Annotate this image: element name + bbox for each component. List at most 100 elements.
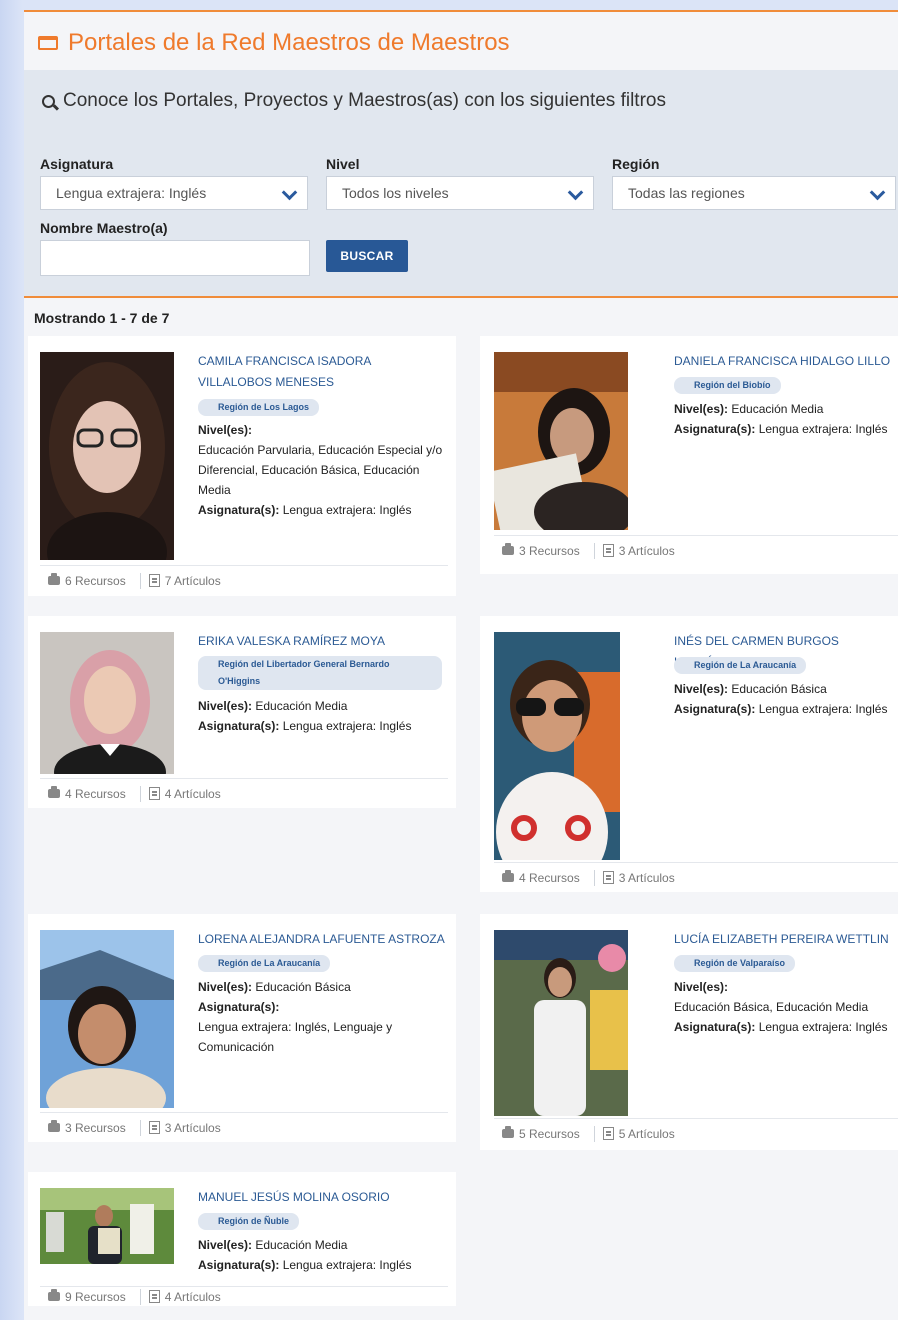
teacher-card: CAMILA FRANCISCA ISADORA VILLALOBOS MENE…	[28, 336, 456, 596]
articulos-count: 4 Artículos	[164, 786, 221, 801]
card-footer: 4 Recursos 4 Artículos	[40, 778, 448, 808]
search-icon	[42, 94, 55, 108]
document-icon	[602, 544, 614, 557]
asignaturas-value: Lengua extrajera: Inglés	[758, 702, 888, 716]
document-icon	[602, 1127, 614, 1140]
recursos-count: 9 Recursos	[65, 1289, 126, 1304]
niveles-value: Educación Parvularia, Educación Especial…	[198, 443, 443, 497]
niveles-label: Nivel(es):	[198, 423, 253, 437]
document-icon	[148, 1290, 160, 1303]
asignatura-select-value: Lengua extrajera: Inglés	[56, 185, 207, 201]
teacher-photo[interactable]	[494, 930, 628, 1116]
articulos-link[interactable]: 3 Artículos	[595, 871, 689, 885]
asignaturas-label: Asignatura(s):	[198, 1258, 280, 1272]
buscar-button[interactable]: BUSCAR	[326, 240, 408, 272]
card-footer: 6 Recursos 7 Artículos	[40, 565, 448, 595]
articulos-count: 4 Artículos	[164, 1289, 221, 1304]
articulos-count: 3 Artículos	[618, 543, 675, 558]
window-icon	[38, 36, 58, 50]
nivel-label: Nivel	[326, 156, 360, 172]
recursos-link[interactable]: 3 Recursos	[494, 543, 594, 558]
page-title: Portales de la Red Maestros de Maestros	[38, 26, 510, 60]
articulos-link[interactable]: 4 Artículos	[141, 1290, 235, 1304]
asignatura-label: Asignatura	[40, 156, 114, 172]
filters-heading: Conoce los Portales, Proyectos y Maestro…	[42, 90, 666, 112]
teacher-name[interactable]: LORENA ALEJANDRA LAFUENTE ASTROZA	[198, 929, 446, 950]
region-badge: Región de La Araucanía	[674, 657, 807, 674]
briefcase-icon	[502, 543, 514, 555]
niveles-value: Educación Media	[731, 402, 824, 416]
asignaturas-label: Asignatura(s):	[198, 1000, 280, 1014]
asignaturas-label: Asignatura(s):	[198, 719, 280, 733]
asignaturas-label: Asignatura(s):	[198, 503, 280, 517]
region-label: Región	[612, 156, 660, 172]
teacher-photo[interactable]	[40, 352, 174, 560]
articulos-count: 3 Artículos	[618, 870, 675, 885]
recursos-link[interactable]: 4 Recursos	[40, 786, 140, 801]
recursos-count: 4 Recursos	[519, 870, 580, 885]
asignaturas-value: Lengua extrajera: Inglés, Lenguaje y Com…	[198, 1020, 393, 1054]
filters-heading-text: Conoce los Portales, Proyectos y Maestro…	[63, 90, 666, 111]
articulos-count: 5 Artículos	[618, 1126, 675, 1141]
nivel-select[interactable]: Todos los niveles	[326, 176, 594, 210]
recursos-link[interactable]: 4 Recursos	[494, 870, 594, 885]
teacher-photo[interactable]	[40, 632, 174, 774]
briefcase-icon	[502, 870, 514, 882]
articulos-link[interactable]: 4 Artículos	[141, 787, 235, 801]
teacher-card: DANIELA FRANCISCA HIDALGO LILLO Región d…	[480, 336, 898, 574]
teacher-card: ERIKA VALESKA RAMÍREZ MOYA Región del Li…	[28, 616, 456, 808]
teacher-photo[interactable]	[494, 632, 620, 860]
region-badge: Región de Valparaíso	[674, 955, 796, 972]
card-footer: 3 Recursos 3 Artículos	[494, 535, 898, 565]
niveles-value: Educación Media	[255, 699, 348, 713]
recursos-link[interactable]: 3 Recursos	[40, 1120, 140, 1135]
briefcase-icon	[502, 1126, 514, 1138]
region-badge: Región del Biobío	[674, 377, 781, 394]
chevron-down-icon	[281, 184, 298, 201]
recursos-link[interactable]: 5 Recursos	[494, 1126, 594, 1141]
chevron-down-icon	[567, 184, 584, 201]
teacher-name[interactable]: ERIKA VALESKA RAMÍREZ MOYA	[198, 631, 446, 652]
teacher-photo[interactable]	[494, 352, 628, 530]
nombre-input[interactable]	[40, 240, 310, 276]
portal-panel: Portales de la Red Maestros de Maestros …	[24, 10, 898, 1320]
nivel-select-value: Todos los niveles	[342, 185, 449, 201]
recursos-count: 3 Recursos	[65, 1120, 126, 1135]
niveles-value: Educación Básica	[731, 682, 827, 696]
niveles-label: Nivel(es):	[198, 1238, 253, 1252]
recursos-link[interactable]: 6 Recursos	[40, 573, 140, 588]
articulos-link[interactable]: 7 Artículos	[141, 574, 235, 588]
briefcase-icon	[48, 1289, 60, 1301]
articulos-link[interactable]: 5 Artículos	[595, 1127, 689, 1141]
niveles-label: Nivel(es):	[674, 402, 729, 416]
teacher-name[interactable]: DANIELA FRANCISCA HIDALGO LILLO	[674, 351, 894, 372]
teacher-card: LUCÍA ELIZABETH PEREIRA WETTLIN Región d…	[480, 914, 898, 1150]
nombre-label: Nombre Maestro(a)	[40, 220, 168, 236]
asignaturas-label: Asignatura(s):	[674, 422, 756, 436]
teacher-photo[interactable]	[40, 1188, 174, 1264]
results-count: Mostrando 1 - 7 de 7	[34, 310, 170, 326]
asignaturas-label: Asignatura(s):	[674, 1020, 756, 1034]
region-select-value: Todas las regiones	[628, 185, 745, 201]
teacher-name[interactable]: CAMILA FRANCISCA ISADORA VILLALOBOS MENE…	[198, 351, 446, 393]
card-footer: 3 Recursos 3 Artículos	[40, 1112, 448, 1142]
document-icon	[148, 574, 160, 587]
chevron-down-icon	[869, 184, 886, 201]
niveles-value: Educación Media	[255, 1238, 348, 1252]
card-footer: 9 Recursos 4 Artículos	[40, 1286, 448, 1306]
articulos-link[interactable]: 3 Artículos	[141, 1121, 235, 1135]
document-icon	[602, 871, 614, 884]
teacher-photo[interactable]	[40, 930, 174, 1108]
recursos-count: 6 Recursos	[65, 573, 126, 588]
recursos-link[interactable]: 9 Recursos	[40, 1289, 140, 1304]
teacher-name[interactable]: MANUEL JESÚS MOLINA OSORIO	[198, 1187, 446, 1208]
asignaturas-label: Asignatura(s):	[674, 702, 756, 716]
articulos-link[interactable]: 3 Artículos	[595, 544, 689, 558]
asignatura-select[interactable]: Lengua extrajera: Inglés	[40, 176, 308, 210]
teacher-name[interactable]: LUCÍA ELIZABETH PEREIRA WETTLIN	[674, 929, 896, 950]
teacher-card: MANUEL JESÚS MOLINA OSORIO Región de Ñub…	[28, 1172, 456, 1306]
recursos-count: 3 Recursos	[519, 543, 580, 558]
region-select[interactable]: Todas las regiones	[612, 176, 896, 210]
teacher-card: LORENA ALEJANDRA LAFUENTE ASTROZA Región…	[28, 914, 456, 1142]
asignaturas-value: Lengua extrajera: Inglés	[758, 422, 888, 436]
